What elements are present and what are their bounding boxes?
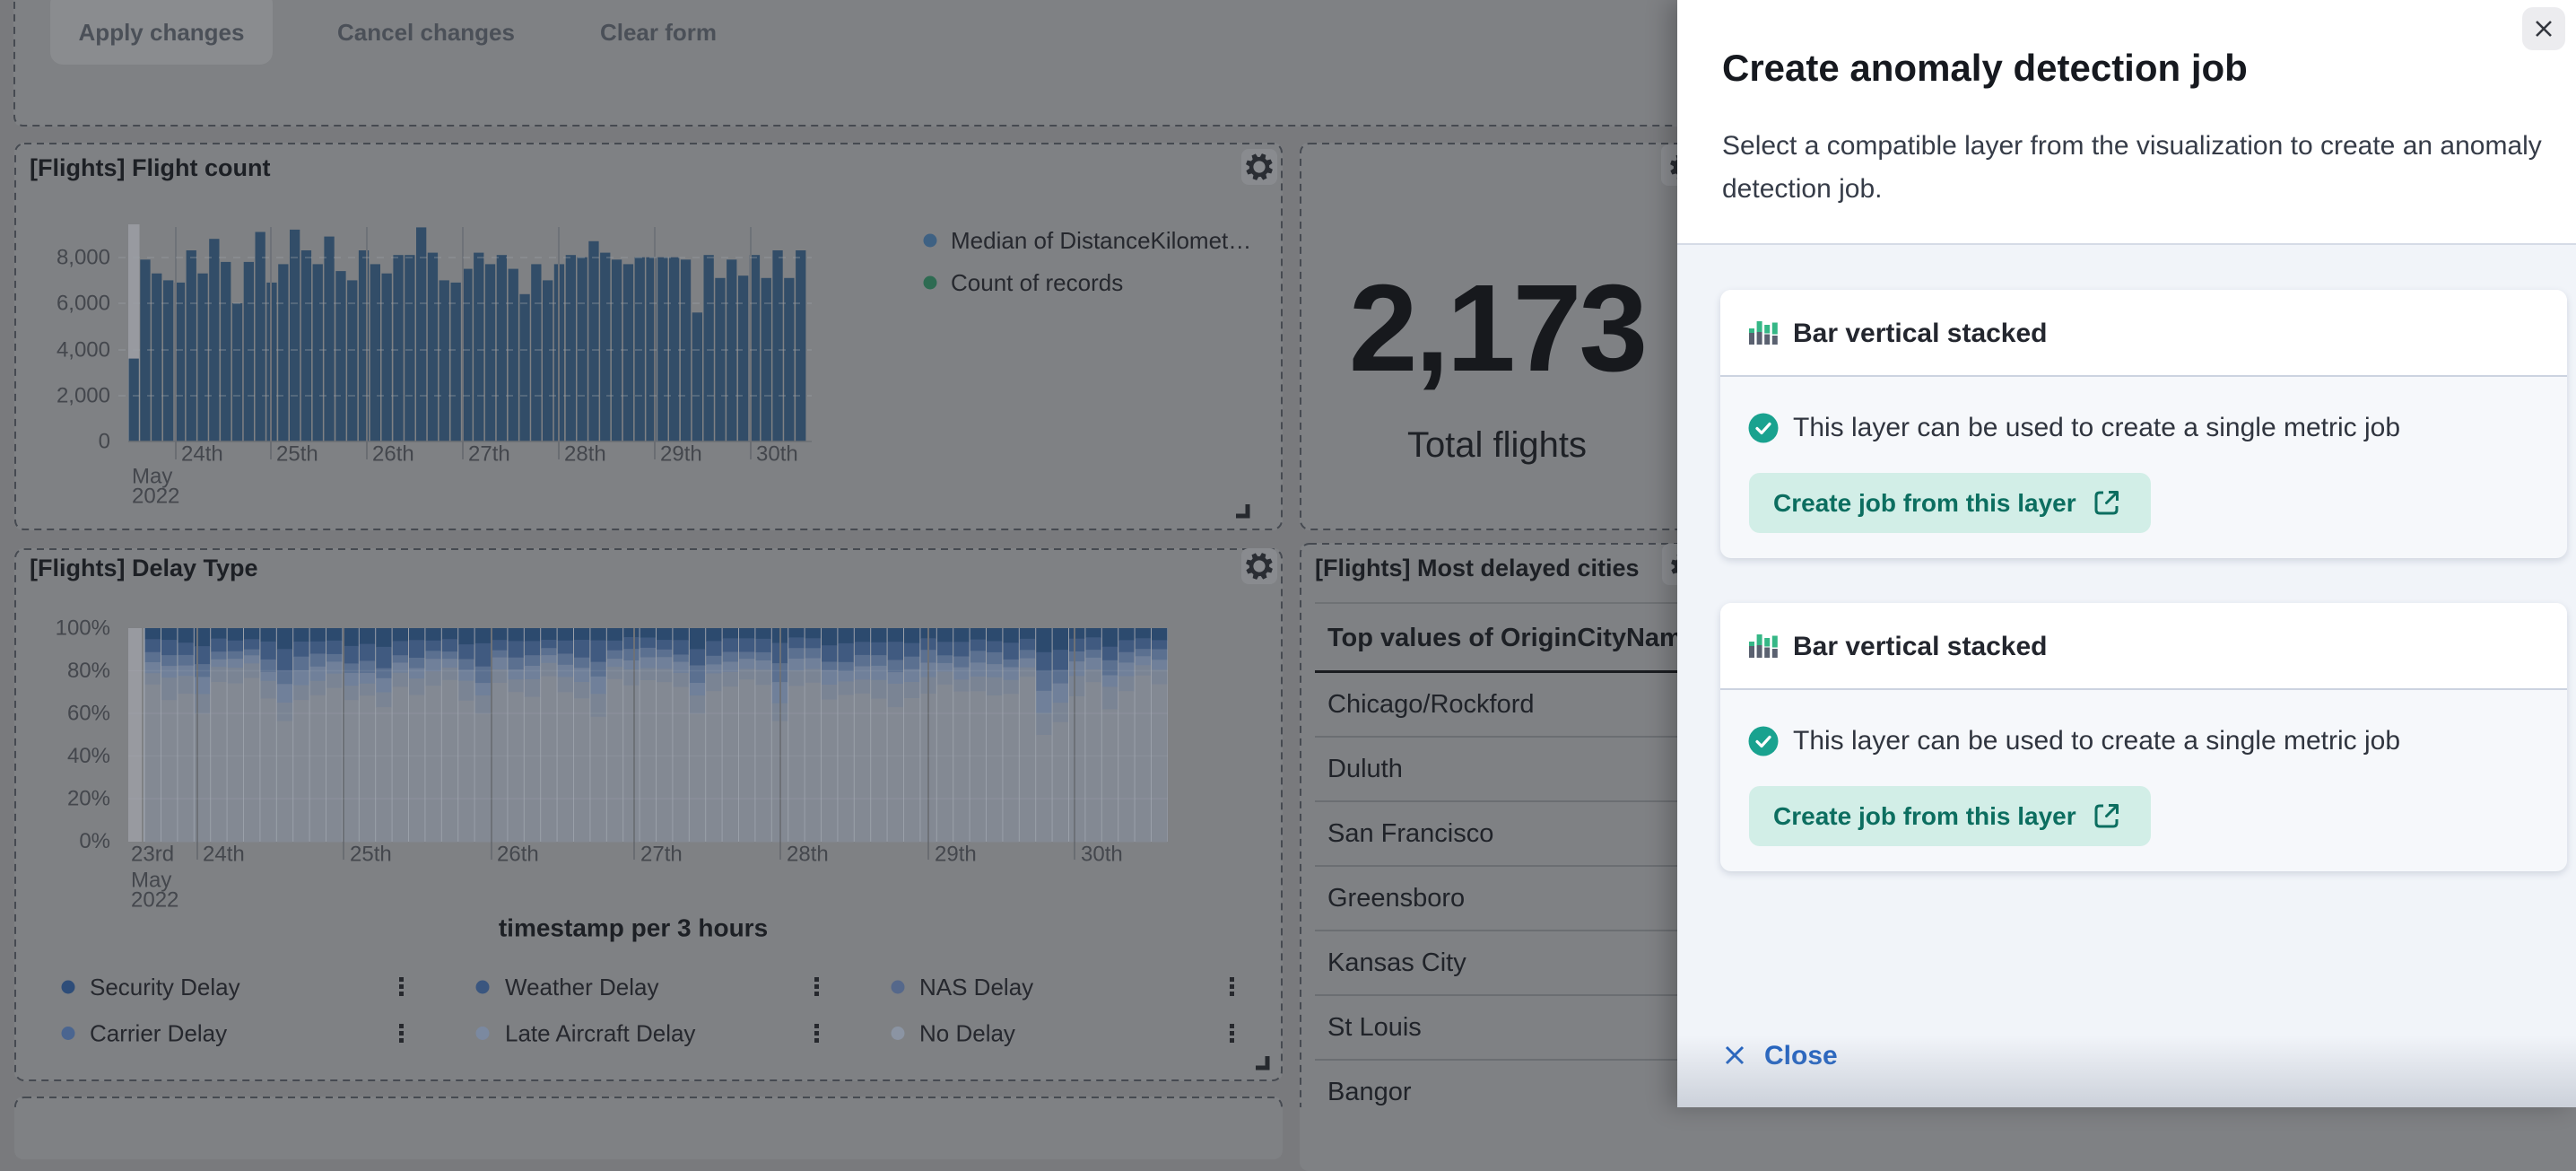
svg-text:24th: 24th [203,843,245,867]
svg-text:Weather Delay: Weather Delay [505,974,659,1001]
svg-text:28th: 28th [564,442,606,467]
svg-text:0: 0 [99,430,110,454]
svg-text:80%: 80% [67,659,110,683]
svg-text:29th: 29th [660,442,702,467]
svg-text:26th: 26th [497,843,539,867]
svg-text:24th: 24th [181,442,223,467]
svg-text:Late Aircraft Delay: Late Aircraft Delay [505,1020,695,1047]
svg-text:60%: 60% [67,702,110,726]
svg-text:No Delay: No Delay [919,1020,1015,1047]
svg-text:27th: 27th [468,442,510,467]
svg-text:timestamp per 3 hours: timestamp per 3 hours [499,914,768,942]
svg-text:25th: 25th [350,843,392,867]
svg-text:2022: 2022 [131,888,178,913]
svg-text:26th: 26th [372,442,414,467]
svg-text:0%: 0% [79,829,110,853]
svg-text:28th: 28th [787,843,829,867]
svg-text:30th: 30th [756,442,798,467]
svg-text:Count of records: Count of records [951,269,1123,296]
svg-text:Carrier Delay: Carrier Delay [90,1020,227,1047]
svg-text:40%: 40% [67,744,110,768]
svg-text:23rd: 23rd [131,843,174,867]
svg-text:Security Delay: Security Delay [90,974,240,1001]
svg-text:100%: 100% [56,616,110,641]
svg-text:25th: 25th [276,442,318,467]
svg-text:6,000: 6,000 [57,292,110,316]
svg-text:27th: 27th [640,843,683,867]
svg-text:20%: 20% [67,787,110,811]
svg-text:2022: 2022 [132,485,179,509]
svg-text:Median of DistanceKilomet…: Median of DistanceKilomet… [951,227,1251,254]
svg-text:NAS Delay: NAS Delay [919,974,1033,1001]
svg-text:2,000: 2,000 [57,384,110,408]
svg-text:29th: 29th [935,843,977,867]
svg-text:8,000: 8,000 [57,246,110,270]
svg-text:4,000: 4,000 [57,338,110,363]
svg-text:30th: 30th [1081,843,1123,867]
